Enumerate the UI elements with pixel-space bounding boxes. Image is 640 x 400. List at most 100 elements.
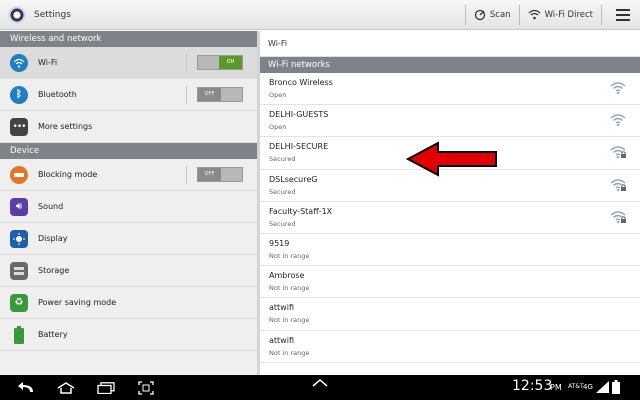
- sidebar-item-wifi[interactable]: Wi-Fi ON: [0, 47, 257, 79]
- wifi-direct-button[interactable]: Wi-Fi Direct: [526, 9, 595, 20]
- network-name: DELHI-GUESTS: [269, 110, 329, 120]
- home-icon: [57, 381, 75, 394]
- sidebar-item-label: Display: [38, 234, 68, 243]
- network-status: Open: [269, 91, 287, 99]
- scan-label: Scan: [489, 9, 511, 20]
- section-header-device: Device: [0, 143, 257, 159]
- network-list[interactable]: Bronco Wireless Open DELHI-GUESTS Open DELHI…: [260, 73, 640, 363]
- divider: [186, 86, 187, 104]
- toggle-state: OFF: [198, 168, 221, 181]
- network-row[interactable]: 9519 Not in range: [260, 234, 640, 267]
- network-name: Bronco Wireless: [269, 78, 333, 87]
- wifi-locked-icon: [610, 211, 626, 223]
- wifi-locked-icon: [610, 146, 626, 159]
- settings-app-icon: [8, 5, 26, 24]
- system-bar: 12:53 PM AT&T 4G: [0, 375, 640, 400]
- action-bar: Settings Scan Wi-Fi Direct: [0, 0, 640, 30]
- top-actions: Scan Wi-Fi Direct: [459, 0, 640, 30]
- scan-button[interactable]: Scan: [472, 9, 513, 21]
- settings-list[interactable]: Wireless and network Wi-Fi ON ᛒ Bluetoot…: [0, 31, 257, 375]
- recent-apps-button[interactable]: [96, 379, 116, 397]
- section-header-wireless: Wireless and network: [0, 31, 257, 47]
- sidebar-item-battery[interactable]: Battery: [0, 319, 257, 351]
- breadcrumb: Wi-Fi: [260, 31, 640, 57]
- wifi-icon: [10, 53, 28, 72]
- toggle-state: ON: [219, 56, 242, 69]
- sidebar-item-label: Battery: [38, 330, 68, 339]
- scan-icon: [474, 9, 486, 20]
- sidebar-item-label: Bluetooth: [38, 90, 77, 99]
- expand-button[interactable]: [312, 378, 328, 390]
- sound-icon: 🔊︎: [10, 197, 28, 216]
- recent-apps-icon: [97, 381, 115, 394]
- network-name: Faculty-Staff-1X: [269, 206, 333, 216]
- more-icon: •••: [10, 117, 28, 136]
- divider: [464, 4, 466, 25]
- menu-icon[interactable]: [616, 8, 630, 21]
- sidebar-item-more-settings[interactable]: ••• More settings: [0, 111, 257, 143]
- wifi-pane[interactable]: Wi-Fi Wi-Fi networks Bronco Wireless Open…: [260, 31, 640, 375]
- display-icon: [10, 229, 28, 248]
- sidebar-item-label: Power saving mode: [38, 298, 117, 307]
- sidebar-item-blocking-mode[interactable]: Blocking mode OFF: [0, 159, 257, 191]
- network-row[interactable]: attwifi Not in range: [260, 331, 640, 363]
- network-name: Ambrose: [269, 271, 305, 281]
- network-name: 9519: [269, 238, 290, 248]
- toggle-state: OFF: [198, 88, 221, 101]
- network-row[interactable]: Bronco Wireless Open: [260, 73, 640, 106]
- sidebar-item-sound[interactable]: 🔊︎ Sound: [0, 191, 257, 223]
- chevron-up-icon: [312, 379, 328, 387]
- status-icons: 4G: [583, 380, 620, 394]
- wifi-networks-title: Wi-Fi networks: [268, 60, 330, 70]
- network-status: Not in range: [269, 348, 310, 357]
- network-status: Secured: [269, 187, 296, 196]
- sidebar-item-label: Blocking mode: [38, 170, 98, 179]
- clock-time: 12:53: [512, 378, 553, 394]
- wifi-signal-icon: [610, 114, 626, 127]
- network-status: Not in range: [269, 316, 310, 325]
- sidebar-item-label: Sound: [38, 202, 64, 211]
- divider: [186, 166, 187, 184]
- wifi-locked-icon: [610, 178, 626, 191]
- network-type: 4G: [583, 383, 593, 391]
- back-icon: [18, 381, 33, 392]
- blocking-mode-toggle[interactable]: OFF: [197, 167, 243, 182]
- divider: [518, 4, 520, 25]
- wifi-direct-icon: [528, 9, 540, 20]
- bluetooth-toggle[interactable]: OFF: [197, 87, 243, 102]
- red-arrow-annotation: [406, 141, 497, 177]
- wifi-networks-header: Wi-Fi networks: [260, 57, 640, 73]
- wifi-toggle[interactable]: ON: [197, 55, 243, 70]
- bluetooth-icon: ᛒ: [10, 85, 28, 104]
- sidebar-item-storage[interactable]: Storage: [0, 255, 257, 287]
- divider: [186, 54, 187, 72]
- carrier-label: AT&T: [568, 383, 584, 390]
- wifi-signal-icon: [610, 82, 626, 95]
- network-row[interactable]: attwifi Not in range: [260, 298, 640, 331]
- network-name: attwifi: [269, 303, 294, 313]
- blocking-icon: [10, 165, 28, 184]
- screenshot-button[interactable]: [136, 379, 156, 397]
- sidebar-item-power-saving[interactable]: ♻ Power saving mode: [0, 287, 257, 319]
- network-row[interactable]: DELHI-GUESTS Open: [260, 105, 640, 138]
- power-saving-icon: ♻: [10, 293, 28, 312]
- app-title: Settings: [34, 9, 71, 20]
- sidebar-item-label: Storage: [38, 266, 70, 275]
- sidebar-item-bluetooth[interactable]: ᛒ Bluetooth OFF: [0, 79, 257, 111]
- network-status: Not in range: [269, 284, 310, 293]
- network-row[interactable]: Faculty-Staff-1X Secured: [260, 202, 640, 234]
- sidebar-item-display[interactable]: Display: [0, 223, 257, 255]
- sidebar-item-label: Wi-Fi: [38, 58, 58, 67]
- clock-ampm: PM: [550, 383, 562, 392]
- back-button[interactable]: [16, 379, 36, 397]
- storage-icon: [10, 261, 28, 280]
- sidebar-item-label: More settings: [38, 122, 93, 131]
- network-row[interactable]: Ambrose Not in range: [260, 266, 640, 299]
- network-status: Open: [269, 123, 287, 132]
- battery-status-icon: [611, 380, 620, 394]
- network-name: attwifi: [269, 335, 294, 345]
- screenshot-icon: [138, 380, 154, 395]
- home-button[interactable]: [56, 379, 76, 397]
- signal-icon: [595, 381, 609, 393]
- network-status: Secured: [269, 219, 296, 228]
